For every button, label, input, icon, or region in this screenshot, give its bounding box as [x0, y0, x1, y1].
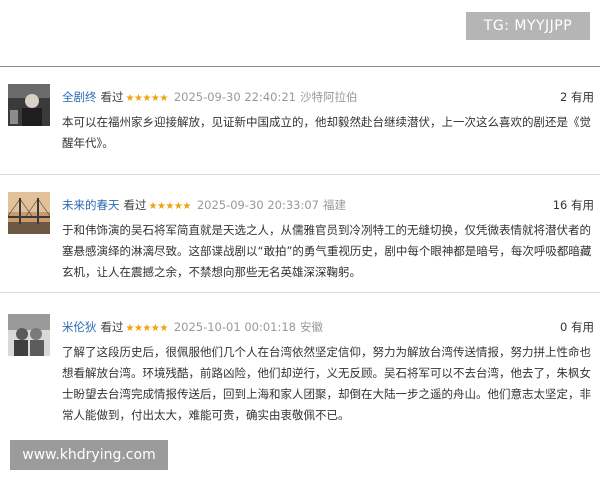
avatar[interactable]	[8, 192, 50, 234]
useful-count[interactable]: 0 有用	[560, 318, 594, 336]
comment-location: 沙特阿拉伯	[299, 90, 358, 104]
rating-stars-icon: ★★★★★	[148, 201, 192, 212]
comment-location: 安徽	[299, 320, 323, 334]
comment-text: 本可以在福州家乡迎接解放，见证新中国成立的，他却毅然赴台继续潜伏，上一次这么喜欢…	[62, 115, 591, 150]
avatar[interactable]	[8, 84, 50, 126]
useful-count[interactable]: 2 有用	[560, 88, 594, 106]
top-divider	[0, 66, 600, 67]
comment-location: 福建	[322, 198, 346, 212]
divider	[0, 292, 600, 293]
comment-text: 于和伟饰演的吴石将军简直就是天选之人，从儒雅官员到冷冽特工的无缝切换，仅凭微表情…	[62, 223, 592, 279]
watched-label: 看过	[100, 320, 124, 334]
rating-stars-icon: ★★★★★	[125, 93, 169, 104]
watched-label: 看过	[100, 90, 124, 104]
comment-time: 2025-09-30 20:33:07	[196, 198, 319, 212]
username[interactable]: 未来的春天	[62, 198, 120, 212]
rating-stars-icon: ★★★★★	[125, 323, 169, 334]
comment-meta: 未来的春天 看过 ★★★★★ 2025-09-30 20:33:07 福建	[62, 196, 346, 214]
comment-meta: 米伦狄 看过 ★★★★★ 2025-10-01 00:01:18 安徽	[62, 318, 323, 336]
watermark-bottom: www.khdrying.com	[10, 440, 168, 470]
avatar[interactable]	[8, 314, 50, 356]
watermark-top: TG: MYYJJPP	[466, 12, 590, 40]
comment-time: 2025-10-01 00:01:18	[173, 320, 296, 334]
divider	[0, 174, 600, 175]
comment-item: 未来的春天 看过 ★★★★★ 2025-09-30 20:33:07 福建 16 有用 …	[8, 192, 598, 282]
comment-item: 全剧终 看过 ★★★★★ 2025-09-30 22:40:21 沙特阿拉伯 2 有用 …	[8, 84, 598, 174]
comment-text: 了解了这段历史后，很佩服他们几个人在台湾依然坚定信仰，努力为解放台湾传送情报，努…	[62, 345, 591, 422]
comment-meta: 全剧终 看过 ★★★★★ 2025-09-30 22:40:21 沙特阿拉伯	[62, 88, 357, 106]
comment-time: 2025-09-30 22:40:21	[173, 90, 296, 104]
watched-label: 看过	[123, 198, 147, 212]
username[interactable]: 米伦狄	[62, 320, 97, 334]
useful-count[interactable]: 16 有用	[553, 196, 594, 214]
comment-item: 米伦狄 看过 ★★★★★ 2025-10-01 00:01:18 安徽 0 有用 了解了…	[8, 314, 598, 434]
username[interactable]: 全剧终	[62, 90, 97, 104]
